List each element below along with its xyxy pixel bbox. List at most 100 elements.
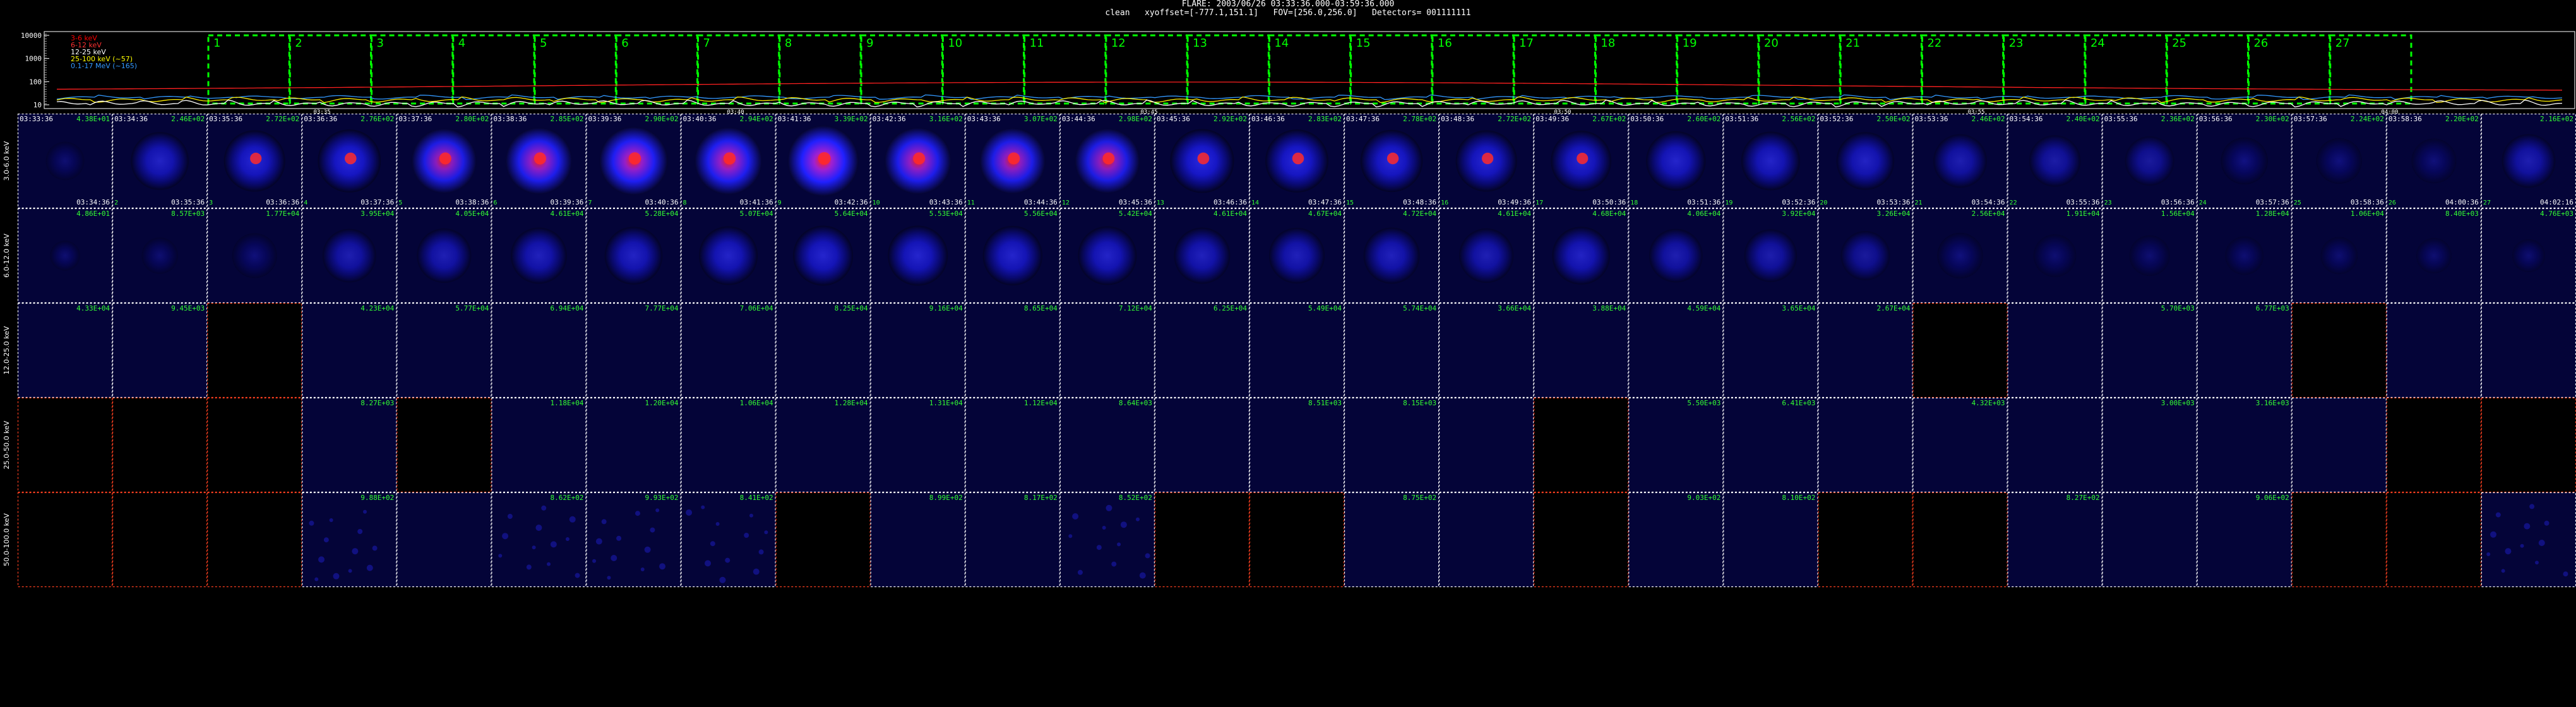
start-time: 03:55:36	[2104, 115, 2138, 123]
source-blob	[2416, 237, 2452, 274]
noise-speck	[1139, 572, 1146, 579]
peak-value: 9.93E+02	[645, 494, 679, 502]
peak-value: 2.30E+02	[2256, 115, 2289, 123]
noise-speck	[592, 559, 597, 563]
peak-value: 4.23E+04	[361, 304, 394, 312]
peak-value: 2.67E+04	[1876, 304, 1910, 312]
image-panel	[397, 397, 492, 493]
panel-background	[302, 398, 397, 492]
interval-number: 20	[1764, 37, 1779, 50]
image-panel: 1.28E+04	[2197, 208, 2292, 304]
peak-value: 8.65E+04	[1024, 304, 1058, 312]
image-panel: 2.92E+02 03:45:36 03:46:36 13	[1154, 114, 1250, 209]
peak-value: 2.46E+02	[1972, 115, 2005, 123]
source-blob	[50, 241, 80, 271]
image-panel: 2.46E+02 03:34:36 03:35:36 2	[112, 114, 208, 209]
source-core	[1292, 152, 1304, 165]
panel-background	[1534, 398, 1629, 492]
peak-value: 4.61E+04	[1498, 210, 1531, 218]
image-panel	[17, 492, 113, 588]
image-panel: 4.61E+04	[1154, 208, 1250, 304]
interval-index: 18	[1630, 199, 1638, 206]
panel-background	[870, 398, 965, 492]
peak-value: 7.77E+04	[645, 304, 679, 312]
image-panel: 2.78E+02 03:47:36 03:48:36 15	[1344, 114, 1440, 209]
noise-speck	[710, 541, 715, 547]
image-panel: 2.56E+02 03:51:36 03:52:36 19	[1723, 114, 1818, 209]
image-panel	[207, 492, 302, 588]
panel-background	[1344, 303, 1440, 398]
lightcurve-plot: 100001000100101 2 3 4 5 6 7 8 9 10 11 12 13 14 15 16 17 1…	[21, 31, 2575, 116]
image-panel: 2.24E+02 03:57:36 03:58:36 25	[2291, 114, 2387, 209]
end-time: 03:44:36	[1024, 198, 1058, 206]
image-panel: 2.76E+02 03:36:36 03:37:36 4	[302, 114, 397, 209]
end-time: 03:35:36	[171, 198, 205, 206]
source-blob	[604, 227, 663, 285]
source-blob	[1933, 134, 1987, 188]
image-panel: 3.39E+02 03:41:36 03:42:36 9	[775, 114, 871, 209]
noise-speck	[1120, 521, 1127, 528]
noise-speck	[352, 548, 359, 555]
panel-background	[18, 303, 113, 398]
panel-background	[2481, 398, 2576, 492]
image-panel	[1818, 492, 1913, 588]
panel-background	[112, 303, 208, 398]
peak-value: 6.94E+04	[550, 304, 583, 312]
interval-number: 11	[1030, 37, 1044, 50]
panel-background	[1818, 398, 1913, 492]
image-panel: 1.20E+04	[586, 397, 681, 493]
end-time: 03:57:36	[2256, 198, 2289, 206]
image-panel: 3.16E+03	[2197, 397, 2292, 493]
image-panel: 6.25E+04	[1154, 302, 1250, 398]
start-time: 03:38:36	[493, 115, 527, 123]
image-panel	[2007, 397, 2102, 493]
image-panel	[775, 492, 871, 588]
end-time: 03:45:36	[1119, 198, 1152, 206]
image-panel: 4.06E+04	[1628, 208, 1724, 304]
noise-speck	[362, 509, 367, 514]
peak-value: 5.28E+04	[645, 210, 679, 218]
noise-speck	[309, 520, 314, 526]
peak-value: 8.27E+03	[361, 399, 394, 407]
panel-background	[1154, 303, 1249, 398]
start-time: 03:48:36	[1441, 115, 1474, 123]
peak-value: 8.99E+02	[929, 494, 963, 502]
panel-background	[775, 492, 871, 587]
image-panel: 2.67E+04	[1818, 302, 1913, 398]
image-panel: 5.77E+04	[397, 302, 492, 398]
panel-background	[2102, 303, 2197, 398]
source-core	[1008, 152, 1020, 165]
interval-number: 17	[1519, 37, 1534, 50]
image-panel	[2386, 397, 2482, 493]
peak-value: 3.95E+04	[361, 210, 394, 218]
source-core	[723, 152, 736, 165]
end-time: 03:56:36	[2161, 198, 2195, 206]
noise-speck	[640, 567, 645, 571]
peak-value: 4.05E+04	[455, 210, 489, 218]
noise-speck	[719, 576, 726, 583]
start-time: 03:46:36	[1251, 115, 1285, 123]
noise-speck	[323, 537, 329, 543]
image-panel: 2.72E+02 03:35:36 03:36:36 3	[207, 114, 302, 209]
panel-background	[1439, 303, 1534, 398]
peak-value: 1.28E+04	[2256, 210, 2289, 218]
interval-number: 15	[1356, 37, 1371, 50]
peak-value: 3.39E+02	[835, 115, 868, 123]
panel-background	[1344, 398, 1440, 492]
panel-background	[302, 303, 397, 398]
panel-background	[1249, 398, 1345, 492]
image-panel: 8.27E+03	[302, 397, 397, 493]
peak-value: 5.70E+03	[2161, 304, 2195, 312]
source-blob	[1836, 132, 1895, 190]
noise-speck	[650, 527, 655, 533]
panel-background	[1818, 492, 1913, 587]
source-blob	[2512, 239, 2546, 273]
image-panel: 3.65E+04	[1723, 302, 1818, 398]
peak-value: 4.72E+04	[1403, 210, 1436, 218]
panel-background	[870, 492, 965, 587]
noise-speck	[2490, 531, 2497, 538]
source-blob	[1174, 227, 1231, 284]
panel-background	[775, 303, 871, 398]
interval-index: 17	[1535, 199, 1543, 206]
panel-background	[1534, 492, 1629, 587]
